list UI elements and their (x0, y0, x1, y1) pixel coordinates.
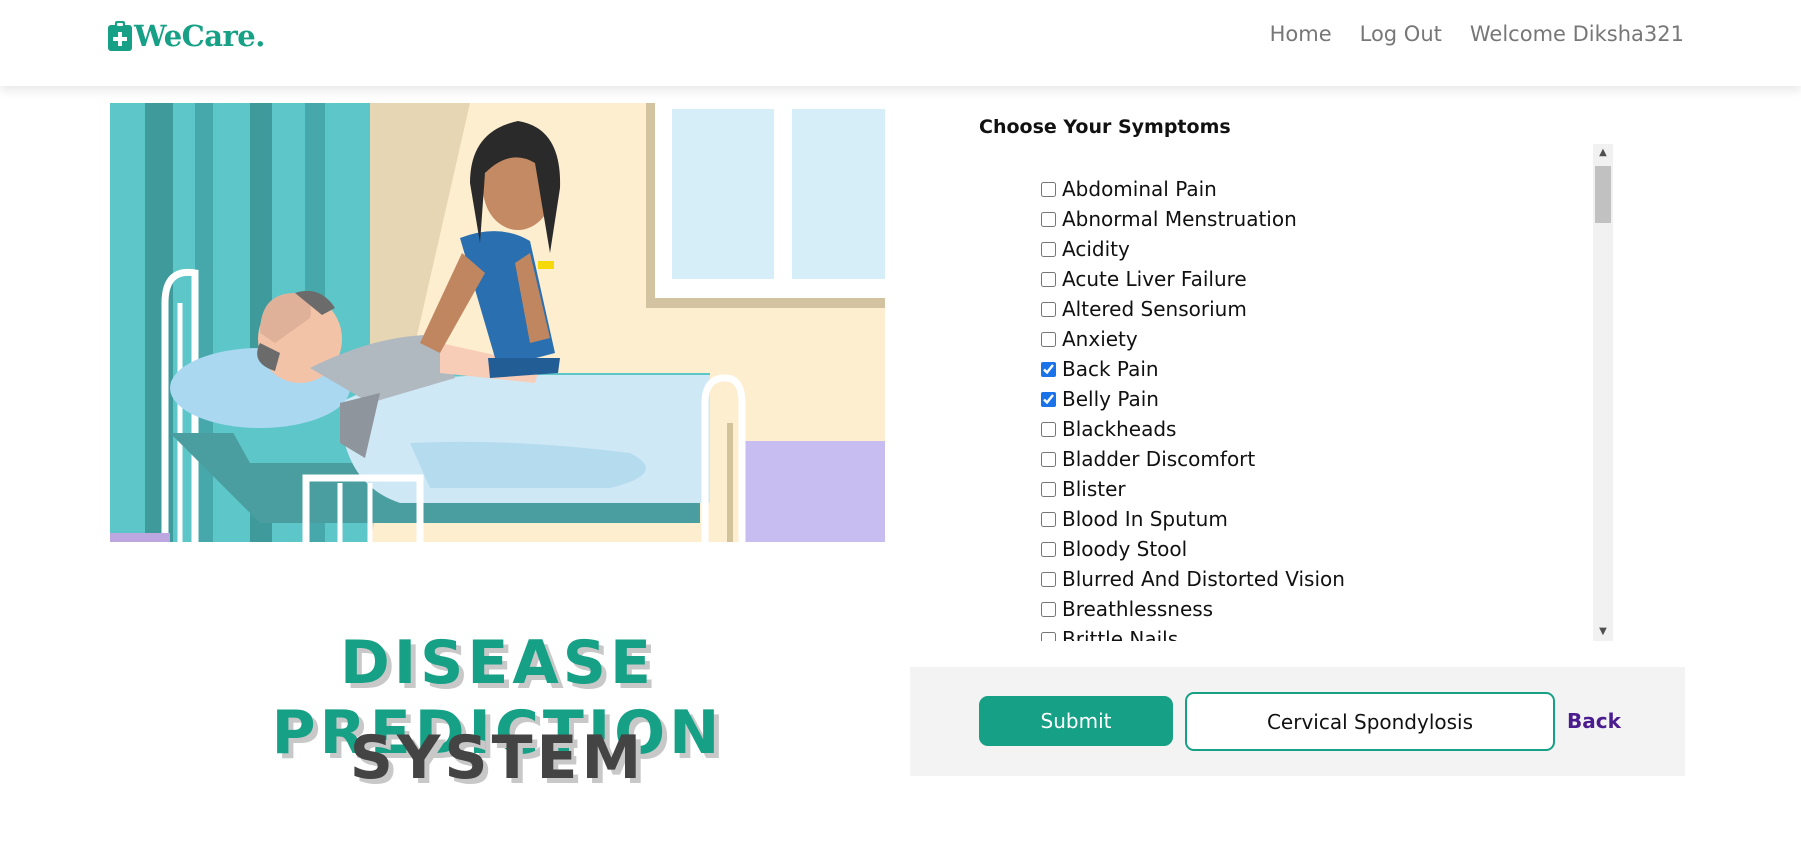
symptom-checkbox[interactable] (1041, 331, 1056, 347)
submit-button[interactable]: Submit (979, 696, 1173, 746)
symptom-item[interactable]: Blood In Sputum (1041, 504, 1345, 534)
nav-welcome-user[interactable]: Welcome Diksha321 (1470, 22, 1684, 46)
symptom-checkbox[interactable] (1041, 421, 1056, 437)
symptom-checkbox[interactable] (1041, 241, 1056, 257)
symptom-label: Abdominal Pain (1062, 177, 1217, 201)
symptoms-scrollbar[interactable]: ▲ ▼ (1593, 144, 1613, 641)
symptom-checkbox[interactable] (1041, 541, 1056, 557)
symptoms-list: Abdominal Pain Abnormal Menstruation Acidi… (1041, 174, 1345, 641)
symptom-label: Belly Pain (1062, 387, 1159, 411)
page-title-line-2: SYSTEM (349, 723, 646, 793)
symptom-item[interactable]: Altered Sensorium (1041, 294, 1345, 324)
symptom-item[interactable]: Anxiety (1041, 324, 1345, 354)
symptom-checkbox[interactable] (1041, 181, 1056, 197)
symptom-checkbox[interactable] (1041, 391, 1056, 407)
nav-home-link[interactable]: Home (1270, 22, 1332, 46)
symptom-item[interactable]: Abnormal Menstruation (1041, 204, 1345, 234)
brand-logo[interactable]: WeCare. (108, 19, 265, 53)
symptom-checkbox[interactable] (1041, 451, 1056, 467)
symptom-item[interactable]: Acidity (1041, 234, 1345, 264)
scroll-down-arrow-icon[interactable]: ▼ (1593, 623, 1613, 641)
nav-menu: Home Log Out Welcome Diksha321 (1270, 22, 1684, 46)
symptom-checkbox[interactable] (1041, 361, 1056, 377)
symptom-item[interactable]: Blister (1041, 474, 1345, 504)
symptom-item[interactable]: Bladder Discomfort (1041, 444, 1345, 474)
symptom-label: Bladder Discomfort (1062, 447, 1256, 471)
symptom-label: Anxiety (1062, 327, 1138, 351)
symptom-item[interactable]: Brittle Nails (1041, 624, 1345, 641)
top-navbar: WeCare. Home Log Out Welcome Diksha321 (0, 0, 1801, 86)
symptom-checkbox[interactable] (1041, 631, 1056, 641)
symptom-checkbox[interactable] (1041, 601, 1056, 617)
symptoms-heading: Choose Your Symptoms (979, 116, 1231, 138)
symptom-checkbox[interactable] (1041, 511, 1056, 527)
scroll-up-arrow-icon[interactable]: ▲ (1593, 144, 1613, 162)
symptom-checkbox[interactable] (1041, 271, 1056, 287)
symptom-item[interactable]: Bloody Stool (1041, 534, 1345, 564)
brand-name: WeCare. (134, 19, 265, 53)
symptom-label: Back Pain (1062, 357, 1159, 381)
symptom-label: Acidity (1062, 237, 1130, 261)
symptom-label: Brittle Nails (1062, 627, 1179, 641)
symptom-label: Altered Sensorium (1062, 297, 1247, 321)
back-link[interactable]: Back (1567, 709, 1621, 733)
symptom-label: Blood In Sputum (1062, 507, 1228, 531)
symptom-checkbox[interactable] (1041, 211, 1056, 227)
symptom-item[interactable]: Blackheads (1041, 414, 1345, 444)
symptom-label: Blister (1062, 477, 1126, 501)
nurse-patient-hospital-bed-illustration (110, 103, 885, 542)
symptom-label: Acute Liver Failure (1062, 267, 1247, 291)
symptom-item[interactable]: Belly Pain (1041, 384, 1345, 414)
symptom-label: Abnormal Menstruation (1062, 207, 1297, 231)
medical-clipboard-icon (108, 21, 132, 51)
symptom-label: Blackheads (1062, 417, 1177, 441)
symptom-item[interactable]: Blurred And Distorted Vision (1041, 564, 1345, 594)
scrollbar-thumb[interactable] (1595, 166, 1611, 223)
prediction-action-bar: Submit Cervical Spondylosis Back (910, 667, 1685, 776)
symptom-checkbox[interactable] (1041, 571, 1056, 587)
prediction-result: Cervical Spondylosis (1185, 692, 1555, 751)
symptom-item[interactable]: Back Pain (1041, 354, 1345, 384)
nav-logout-link[interactable]: Log Out (1360, 22, 1442, 46)
symptom-item[interactable]: Breathlessness (1041, 594, 1345, 624)
symptom-label: Blurred And Distorted Vision (1062, 567, 1345, 591)
symptoms-list-box[interactable]: Abdominal Pain Abnormal Menstruation Acidi… (979, 144, 1613, 641)
symptom-item[interactable]: Acute Liver Failure (1041, 264, 1345, 294)
symptom-item[interactable]: Abdominal Pain (1041, 174, 1345, 204)
symptom-label: Breathlessness (1062, 597, 1214, 621)
symptom-checkbox[interactable] (1041, 301, 1056, 317)
symptom-label: Bloody Stool (1062, 537, 1188, 561)
symptom-checkbox[interactable] (1041, 481, 1056, 497)
